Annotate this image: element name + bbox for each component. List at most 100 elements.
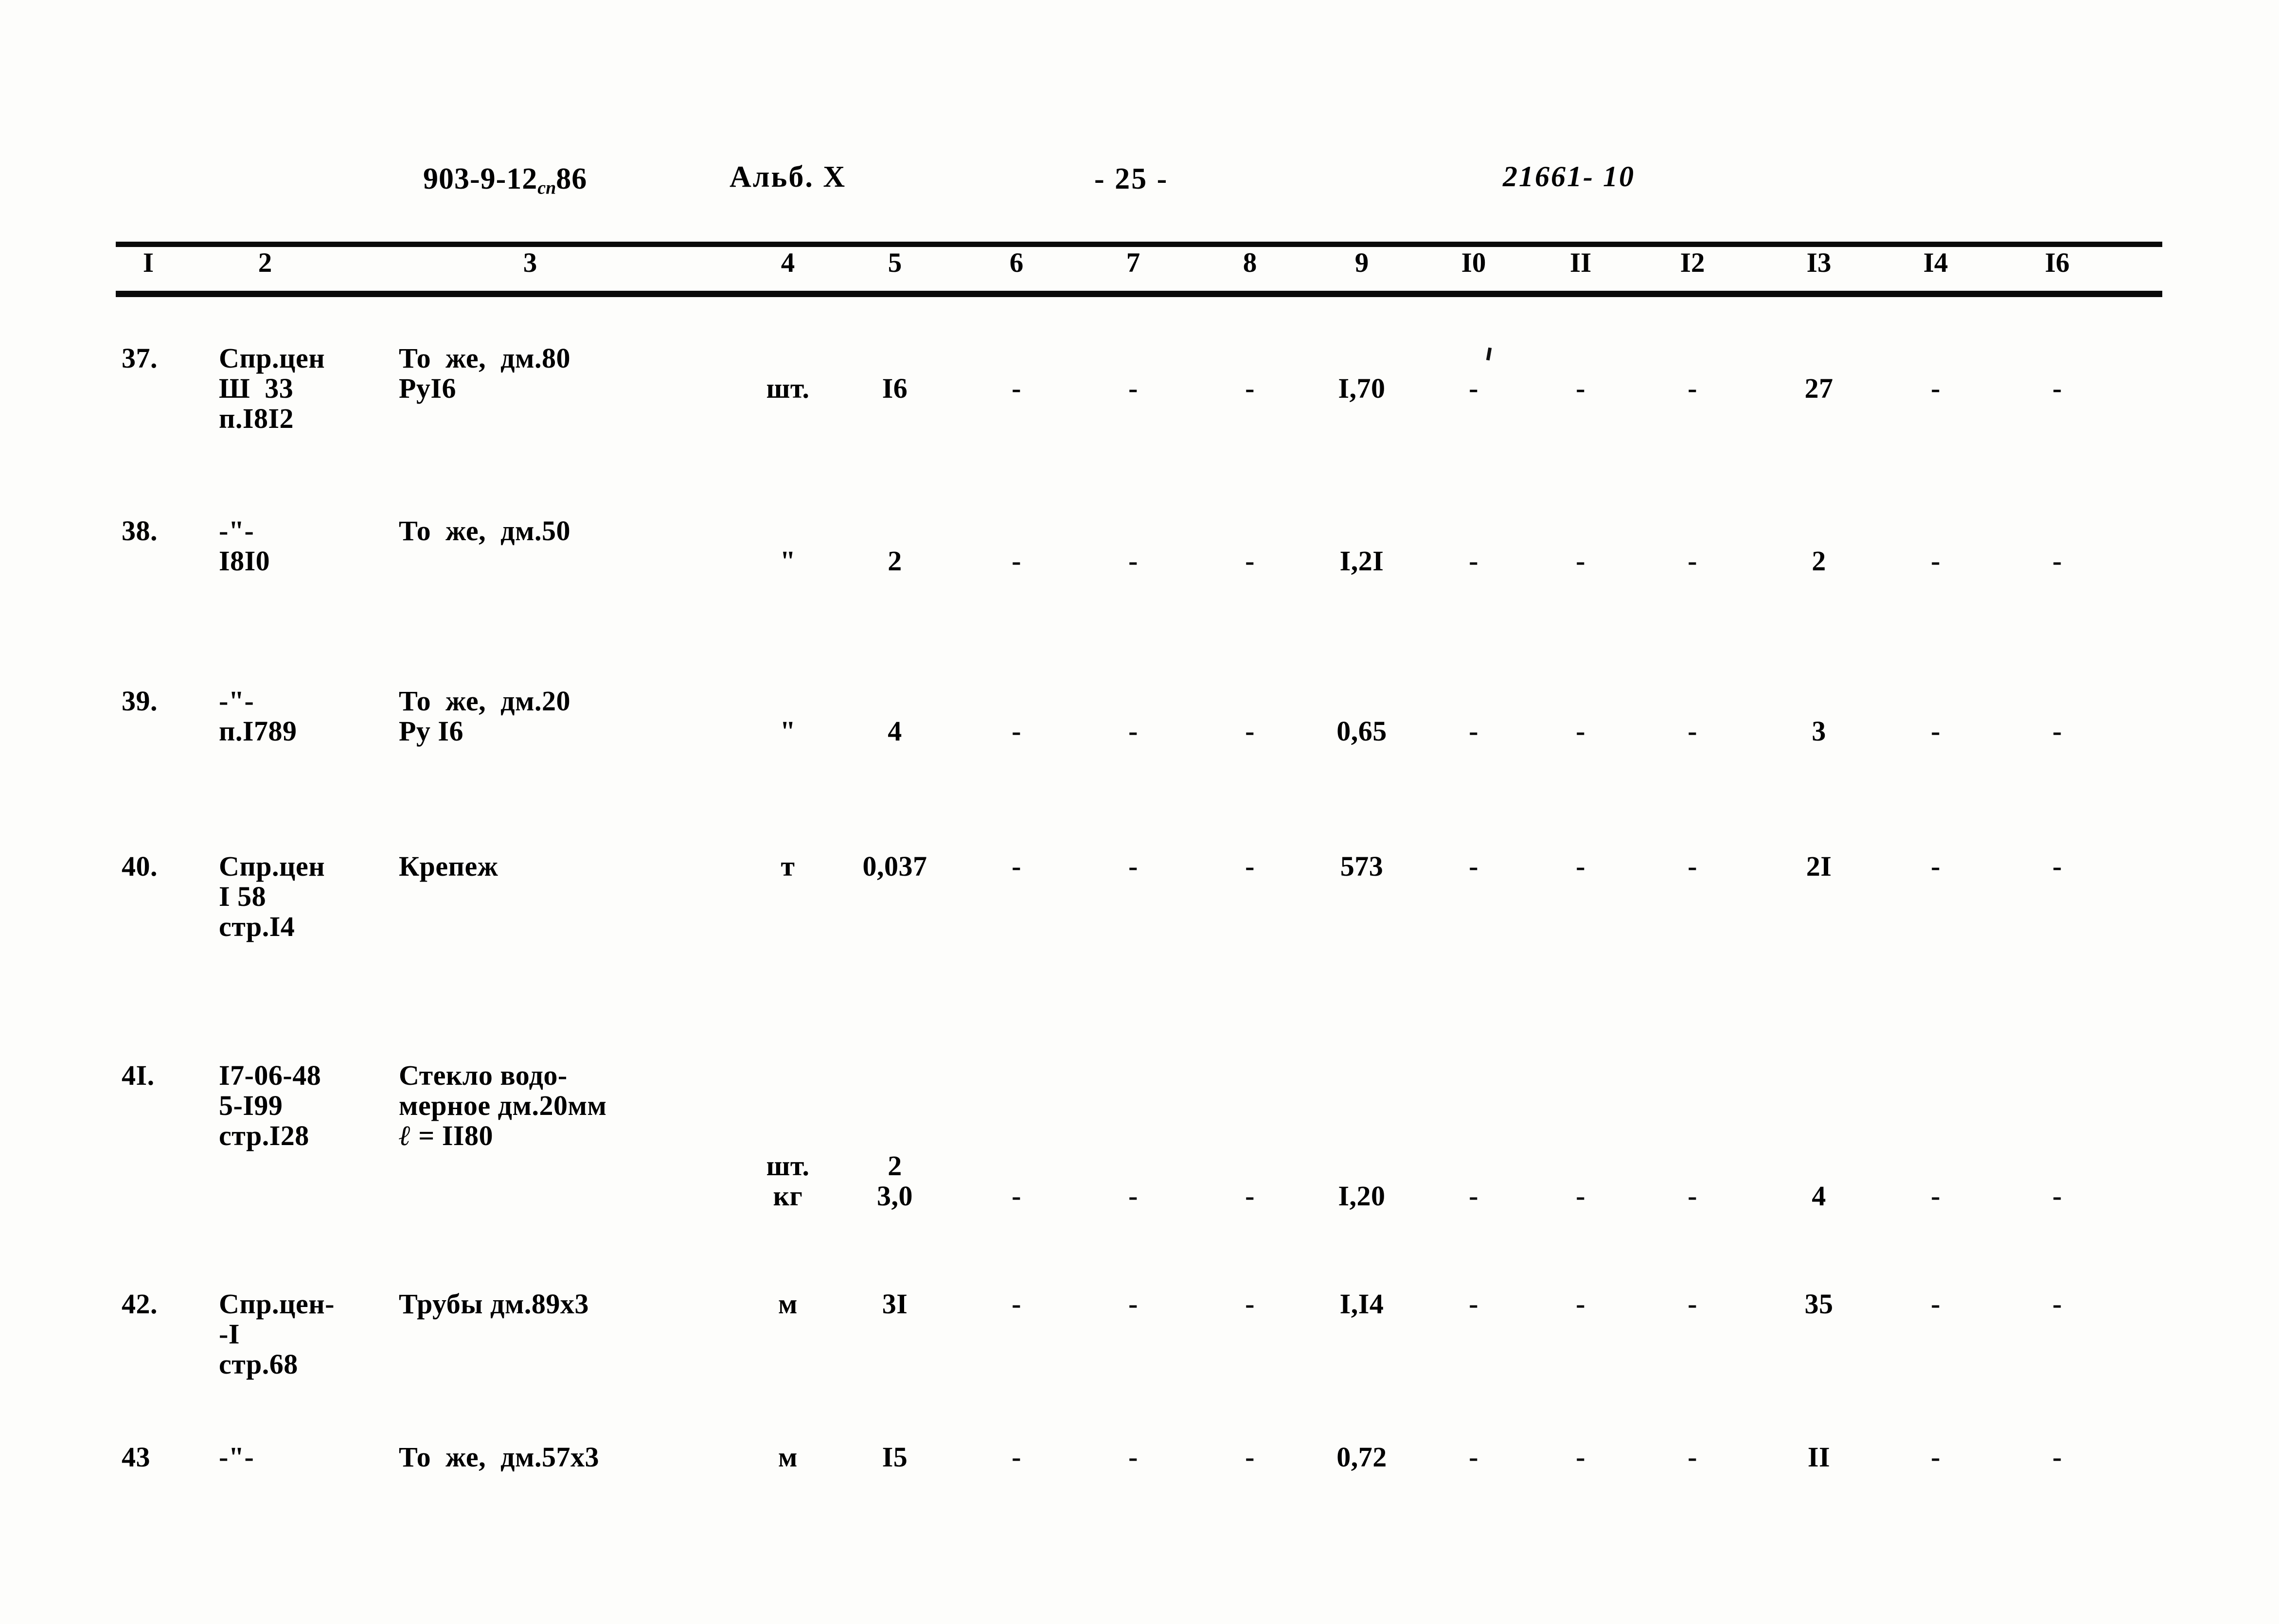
row-name-line: Крепеж <box>399 850 499 882</box>
row-code-line: -"- <box>219 1441 254 1473</box>
row-col14: - <box>1931 1288 1941 1320</box>
column-number-I0: I0 <box>1461 247 1486 278</box>
row-col11: - <box>1576 545 1585 577</box>
row-name-line: ℓ = II80 <box>399 1120 493 1151</box>
row-col10: - <box>1469 545 1478 577</box>
column-number-9: 9 <box>1354 247 1369 278</box>
row-col7: - <box>1128 715 1138 747</box>
row-unit: м <box>778 1441 798 1473</box>
row-qty: 2 <box>888 545 902 577</box>
row-col16: - <box>2052 1441 2062 1473</box>
row-col7: - <box>1128 1180 1138 1212</box>
column-number-4: 4 <box>781 247 795 278</box>
document-page: 903-9-12сп86 Альб. X - 25 - 21661- 10 I2… <box>0 0 2279 1624</box>
document-number: 21661- 10 <box>1503 160 1635 193</box>
row-col13: 4 <box>1812 1180 1826 1212</box>
row-col10: - <box>1469 715 1478 747</box>
row-col14: - <box>1931 715 1941 747</box>
row-name-line: Ру I6 <box>399 715 463 747</box>
table-row: 42. Спр.цен- -I стр.68 Трубы дм.89х3 м 3I - - - I,… <box>0 1289 2279 1415</box>
column-number-I4: I4 <box>1923 247 1948 278</box>
row-col10: - <box>1469 372 1478 404</box>
row-col13: 3 <box>1812 715 1826 747</box>
row-item-number: 43 <box>122 1441 150 1473</box>
row-col11: - <box>1576 715 1585 747</box>
table-body: 37. Спр.цен Ш 33 п.I8I2 То же, дм.80 РуI6 шт. I… <box>0 297 2279 1610</box>
project-code-main: 903-9-12 <box>423 162 538 195</box>
table-row: 37. Спр.цен Ш 33 п.I8I2 То же, дм.80 РуI6 шт. I… <box>0 343 2279 470</box>
row-qty: 3I <box>882 1288 908 1320</box>
row-col12: - <box>1688 1441 1697 1473</box>
row-item-number: 37. <box>122 342 158 374</box>
row-col16: - <box>2052 715 2062 747</box>
row-col10: - <box>1469 850 1478 882</box>
page-header: 903-9-12сп86 Альб. X - 25 - 21661- 10 <box>0 153 2279 207</box>
row-col11: - <box>1576 372 1585 404</box>
row-col9: I,70 <box>1338 372 1386 404</box>
row-qty-secondary: 3,0 <box>877 1180 913 1212</box>
row-col6: - <box>1012 1441 1021 1473</box>
column-number-2: 2 <box>258 247 272 278</box>
table-rule-bottom <box>116 291 2162 297</box>
row-col9: I,20 <box>1338 1180 1386 1212</box>
page-number: - 25 - <box>1094 162 1169 195</box>
row-col13: 35 <box>1804 1288 1834 1320</box>
row-item-number: 40. <box>122 850 158 882</box>
row-name-line: мерное дм.20мм <box>399 1090 607 1121</box>
row-col8: - <box>1245 1441 1255 1473</box>
row-col14: - <box>1931 850 1941 882</box>
row-col7: - <box>1128 1441 1138 1473</box>
row-item-number: 39. <box>122 685 158 717</box>
row-code-line: п.I789 <box>219 715 297 747</box>
column-number-8: 8 <box>1243 247 1257 278</box>
row-code-line: п.I8I2 <box>219 403 294 434</box>
row-col10: - <box>1469 1288 1478 1320</box>
row-qty: I6 <box>882 372 908 404</box>
row-unit: м <box>778 1288 798 1320</box>
row-col7: - <box>1128 545 1138 577</box>
row-col11: - <box>1576 1180 1585 1212</box>
row-code-line: стр.68 <box>219 1348 298 1380</box>
row-col14: - <box>1931 545 1941 577</box>
row-col8: - <box>1245 715 1255 747</box>
row-col9: I,I4 <box>1339 1288 1384 1320</box>
row-col14: - <box>1931 1180 1941 1212</box>
row-name-line: То же, дм.20 <box>399 685 570 717</box>
row-code-line: -I <box>219 1318 240 1350</box>
row-name-line: То же, дм.57х3 <box>399 1441 599 1473</box>
row-code-line: 5-I99 <box>219 1090 283 1121</box>
row-unit: " <box>780 545 796 577</box>
row-qty: 4 <box>888 715 902 747</box>
album-label: Альб. X <box>730 160 847 194</box>
column-number-II: II <box>1569 247 1592 278</box>
table-rule-top <box>116 242 2162 247</box>
row-col13: 27 <box>1804 372 1834 404</box>
row-code-line: Спр.цен <box>219 850 325 882</box>
row-col12: - <box>1688 715 1697 747</box>
row-name-line: То же, дм.80 <box>399 342 570 374</box>
row-col11: - <box>1576 1288 1585 1320</box>
project-code-year: 86 <box>556 162 588 195</box>
column-number-7: 7 <box>1126 247 1140 278</box>
row-col8: - <box>1245 545 1255 577</box>
row-col14: - <box>1931 372 1941 404</box>
project-code-sub: сп <box>537 177 556 198</box>
row-unit: шт. <box>766 1150 810 1182</box>
column-number-I3: I3 <box>1806 247 1832 278</box>
row-col7: - <box>1128 1288 1138 1320</box>
row-item-number: 42. <box>122 1288 158 1320</box>
row-col16: - <box>2052 372 2062 404</box>
row-item-number: 4I. <box>122 1059 155 1091</box>
row-col14: - <box>1931 1441 1941 1473</box>
row-col16: - <box>2052 1288 2062 1320</box>
row-col10: - <box>1469 1441 1478 1473</box>
row-code-line: I8I0 <box>219 545 270 577</box>
row-col12: - <box>1688 1180 1697 1212</box>
row-unit: " <box>780 715 796 747</box>
row-col12: - <box>1688 1288 1697 1320</box>
row-col13: II <box>1807 1441 1831 1473</box>
row-col11: - <box>1576 1441 1585 1473</box>
row-col9: 573 <box>1340 850 1384 882</box>
row-col9: 0,72 <box>1336 1441 1387 1473</box>
row-col6: - <box>1012 372 1021 404</box>
